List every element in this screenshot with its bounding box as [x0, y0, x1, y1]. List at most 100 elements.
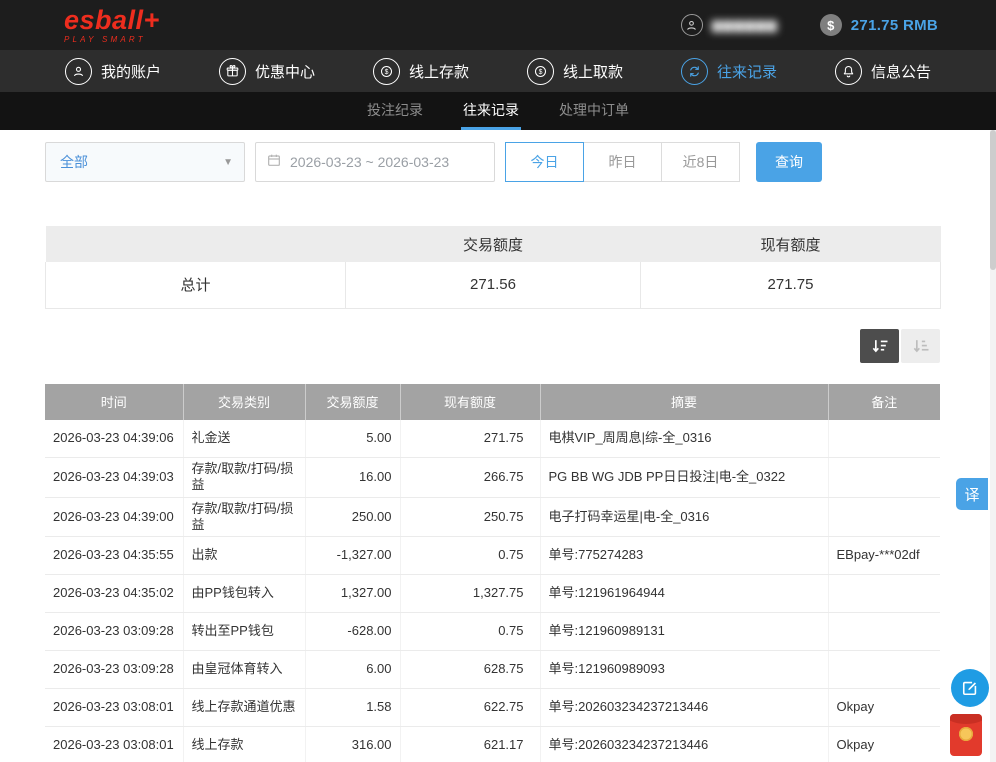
exchange-icon	[681, 58, 708, 85]
subtab-label: 投注纪录	[367, 100, 423, 120]
tab-processing-orders[interactable]: 处理中订单	[557, 92, 631, 130]
cell-balance: 0.75	[400, 537, 540, 575]
last-8-days-button[interactable]: 近8日	[661, 142, 740, 182]
cell-type: 线上存款	[183, 727, 305, 762]
table-row: 2026-03-23 04:35:55出款-1,327.000.75单号:775…	[45, 537, 940, 575]
summary-total-label: 总计	[46, 262, 346, 308]
scrollbar-track	[990, 130, 996, 762]
cell-summary: PG BB WG JDB PP日日投注|电-全_0322	[540, 458, 828, 498]
today-button[interactable]: 今日	[505, 142, 584, 182]
gift-icon	[219, 58, 246, 85]
cell-balance: 266.75	[400, 458, 540, 498]
svg-text:$: $	[385, 69, 389, 76]
cell-balance: 271.75	[400, 420, 540, 458]
feedback-edit-button[interactable]	[951, 669, 989, 707]
balance-amount: 271.75	[851, 17, 899, 34]
summary-header-empty	[46, 226, 346, 262]
main-nav: 我的账户 优惠中心 $ 线上存款 $ 线上取款	[0, 50, 996, 92]
cell-summary: 单号:202603234237213446	[540, 727, 828, 762]
dollar-coin-icon: $	[820, 14, 842, 36]
nav-item-withdraw[interactable]: $ 线上取款	[527, 58, 623, 85]
type-select[interactable]: 全部 ▼	[45, 142, 245, 182]
col-header-type: 交易类别	[183, 384, 305, 420]
nav-item-label: 线上取款	[563, 61, 623, 82]
cell-balance: 250.75	[400, 497, 540, 537]
cell-time: 2026-03-23 04:39:06	[45, 420, 183, 458]
table-row: 2026-03-23 03:09:28转出至PP钱包-628.000.75单号:…	[45, 613, 940, 651]
yesterday-button[interactable]: 昨日	[583, 142, 662, 182]
cell-type: 转出至PP钱包	[183, 613, 305, 651]
tab-bet-records[interactable]: 投注纪录	[365, 92, 425, 130]
nav-item-transactions[interactable]: 往来记录	[681, 58, 777, 85]
sort-controls	[45, 329, 940, 363]
nav-item-my-account[interactable]: 我的账户	[65, 58, 161, 85]
quick-date-buttons: 今日 昨日 近8日	[505, 142, 740, 182]
cell-time: 2026-03-23 04:39:00	[45, 497, 183, 537]
logo[interactable]: esball+ PLAY SMART	[64, 7, 160, 44]
cell-balance: 621.17	[400, 727, 540, 762]
cell-balance: 1,327.75	[400, 575, 540, 613]
date-range-picker[interactable]: 2026-03-23 ~ 2026-03-23	[255, 142, 495, 182]
cell-summary: 单号:121961964944	[540, 575, 828, 613]
balance[interactable]: $ 271.75 RMB	[820, 14, 938, 36]
cell-time: 2026-03-23 04:35:02	[45, 575, 183, 613]
red-packet-coin-icon	[959, 727, 973, 741]
col-header-summary: 摘要	[540, 384, 828, 420]
date-range-value: 2026-03-23 ~ 2026-03-23	[290, 154, 449, 170]
nav-item-label: 往来记录	[717, 61, 777, 82]
transactions-tbody: 2026-03-23 04:39:06礼金送5.00271.75电棋VIP_周周…	[45, 420, 940, 762]
nav-item-label: 优惠中心	[255, 61, 315, 82]
avatar-icon	[681, 14, 703, 36]
cell-type: 礼金送	[183, 420, 305, 458]
subtab-label: 往来记录	[463, 100, 519, 120]
cell-note	[828, 497, 940, 537]
table-row: 2026-03-23 04:39:00存款/取款/打码/损益250.00250.…	[45, 497, 940, 537]
type-select-value: 全部	[60, 152, 88, 172]
cell-note	[828, 420, 940, 458]
content: 全部 ▼ 2026-03-23 ~ 2026-03-23 今日 昨日 近8日 查…	[0, 130, 996, 762]
sort-descending-button[interactable]	[860, 329, 899, 363]
cell-note	[828, 651, 940, 689]
cell-amount: 1.58	[305, 689, 400, 727]
table-row: 2026-03-23 03:08:01线上存款通道优惠1.58622.75单号:…	[45, 689, 940, 727]
translate-button[interactable]: 译	[956, 478, 988, 510]
cell-amount: 5.00	[305, 420, 400, 458]
nav-item-announcements[interactable]: 信息公告	[835, 58, 931, 85]
cell-type: 存款/取款/打码/损益	[183, 458, 305, 498]
nav-item-label: 信息公告	[871, 61, 931, 82]
cell-balance: 628.75	[400, 651, 540, 689]
nav-item-label: 线上存款	[409, 61, 469, 82]
sort-ascending-button[interactable]	[901, 329, 940, 363]
summary-total-row: 总计 271.56 271.75	[46, 262, 941, 308]
cell-summary: 单号:121960989093	[540, 651, 828, 689]
search-button[interactable]: 查询	[756, 142, 822, 182]
svg-text:$: $	[539, 69, 543, 76]
cell-balance: 622.75	[400, 689, 540, 727]
cell-type: 由PP钱包转入	[183, 575, 305, 613]
cell-type: 出款	[183, 537, 305, 575]
cell-balance: 0.75	[400, 613, 540, 651]
summary-header-balance: 现有额度	[641, 226, 941, 262]
subtab-label: 处理中订单	[559, 100, 629, 120]
cell-type: 线上存款通道优惠	[183, 689, 305, 727]
topbar: esball+ PLAY SMART ▆▆▆▆▆▆ $ 271.75 RMB	[0, 0, 996, 50]
table-row: 2026-03-23 04:39:03存款/取款/打码/损益16.00266.7…	[45, 458, 940, 498]
nav-item-promotions[interactable]: 优惠中心	[219, 58, 315, 85]
table-row: 2026-03-23 04:39:06礼金送5.00271.75电棋VIP_周周…	[45, 420, 940, 458]
summary-table: 交易额度 现有额度 总计 271.56 271.75	[45, 226, 941, 309]
cell-time: 2026-03-23 03:09:28	[45, 613, 183, 651]
red-packet-flap	[950, 714, 982, 724]
tab-transaction-records[interactable]: 往来记录	[461, 92, 521, 130]
summary-transaction-value: 271.56	[346, 262, 641, 308]
cell-type: 由皇冠体育转入	[183, 651, 305, 689]
scrollbar-thumb[interactable]	[990, 130, 996, 270]
username-blurred: ▆▆▆▆▆▆	[712, 17, 778, 33]
compose-icon	[960, 678, 980, 698]
transactions-header-row: 时间 交易类别 交易额度 现有额度 摘要 备注	[45, 384, 940, 420]
red-packet-button[interactable]	[950, 714, 982, 756]
cell-amount: 1,327.00	[305, 575, 400, 613]
cell-time: 2026-03-23 03:09:28	[45, 651, 183, 689]
user-menu[interactable]: ▆▆▆▆▆▆	[681, 14, 778, 36]
nav-item-deposit[interactable]: $ 线上存款	[373, 58, 469, 85]
deposit-coin-icon: $	[373, 58, 400, 85]
